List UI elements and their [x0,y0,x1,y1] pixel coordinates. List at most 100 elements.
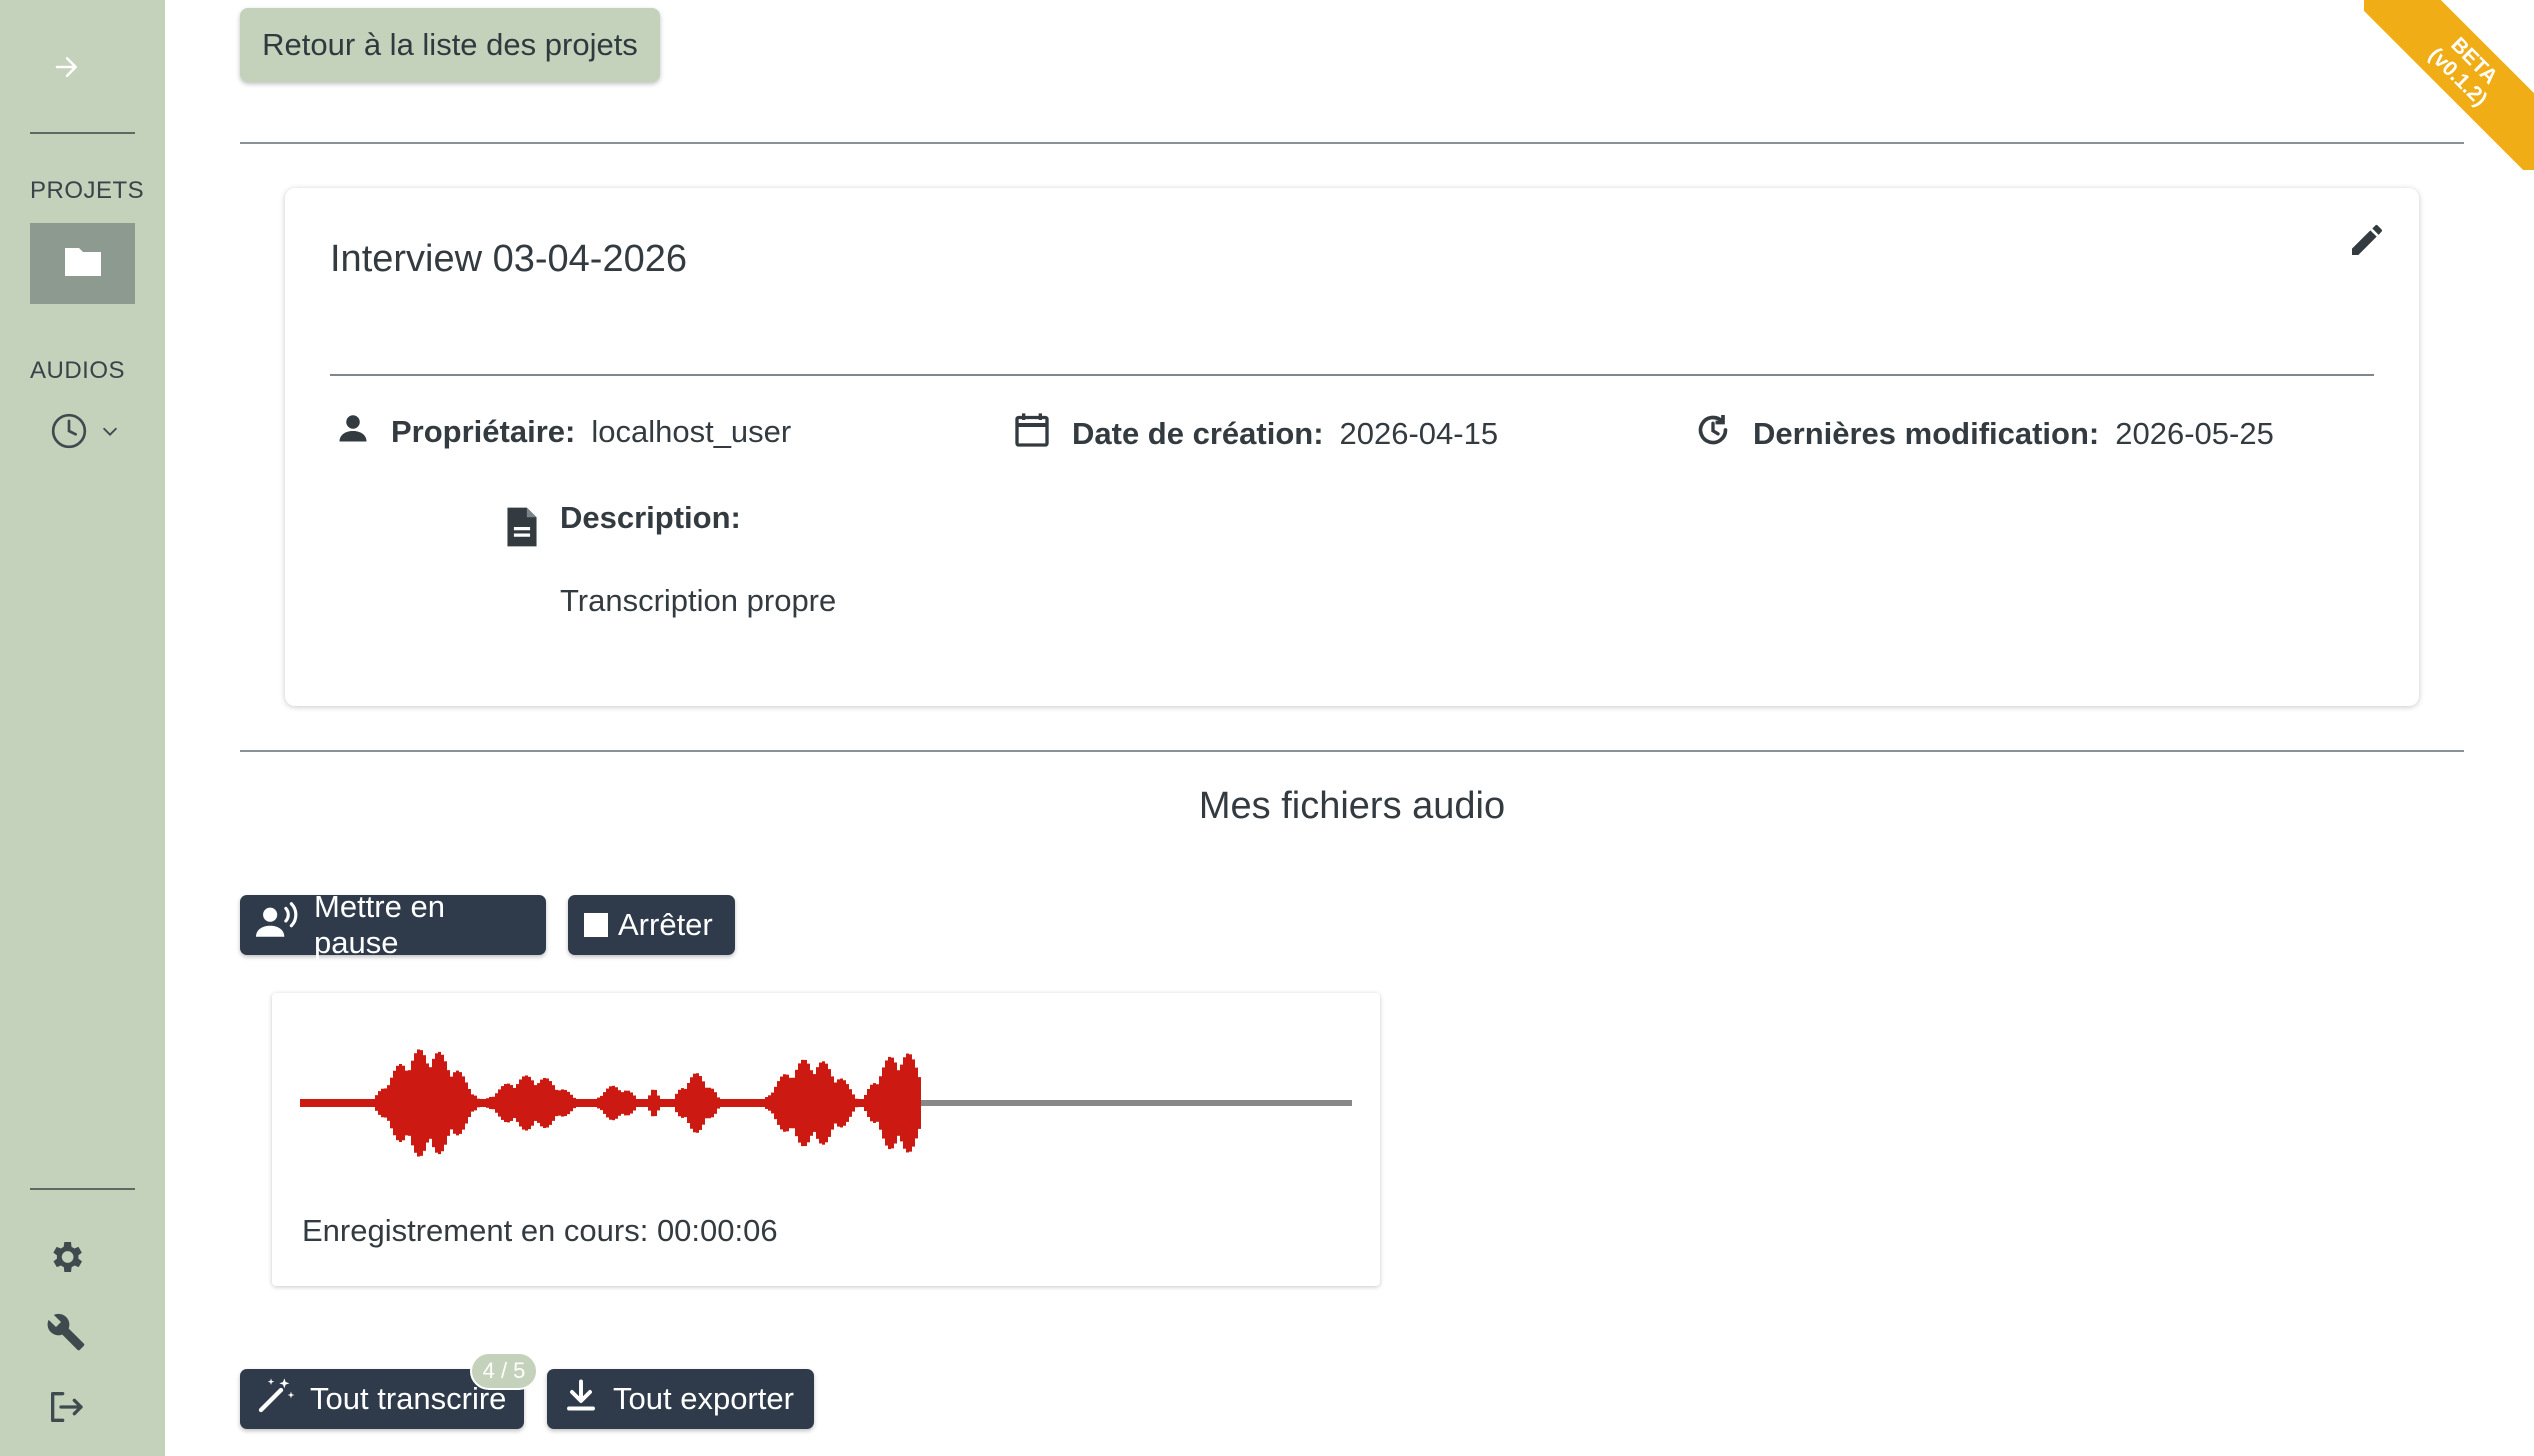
waveform-bar [873,1083,876,1123]
sidebar-item-projects[interactable] [30,223,135,304]
waveform-bar [789,1077,792,1129]
audio-section-title: Mes fichiers audio [1198,785,1506,827]
sidebar: PROJETS AUDIOS [0,0,165,1456]
export-all-button[interactable]: Tout exporter [547,1369,814,1429]
edit-icon[interactable] [2347,220,2389,262]
waveform-bar [714,1092,717,1114]
owner-label: Propriétaire: [391,414,576,449]
wrench-icon[interactable] [44,1310,88,1354]
waveform-bar [504,1083,507,1123]
waveform-bar [531,1080,534,1126]
waveform-bar [474,1095,477,1111]
waveform-bar [780,1076,783,1130]
history-icon [1693,410,1753,458]
waveform-bar [915,1067,918,1139]
waveform-bar [834,1082,837,1124]
created-label: Date de création: [1072,416,1324,451]
waveform-bar [801,1059,804,1147]
waveform-bar [651,1089,654,1117]
waveform-bar [435,1053,438,1153]
created-value: 2026-04-15 [1339,416,1499,451]
card-divider [330,374,2374,376]
waveform-bar [426,1063,429,1143]
waveform-bar [711,1088,714,1118]
waveform-bar [429,1067,432,1139]
sidebar-projects-label: PROJETS [30,177,145,204]
project-card: Interview 03-04-2026 Propriétaire: local… [285,188,2419,706]
waveform-bar [804,1059,807,1147]
waveform-bar [705,1087,708,1119]
waveform-bar [906,1053,909,1153]
waveform-bar [840,1078,843,1128]
waveform-bar [414,1053,417,1153]
pause-recording-button[interactable]: Mettre en pause [240,889,546,960]
voice-icon [256,902,314,948]
waveform-bar [687,1082,690,1124]
waveform-bar [450,1076,453,1130]
waveform-bar [612,1085,615,1121]
waveform-bar [537,1083,540,1123]
waveform-bar [774,1086,777,1120]
description-label: Description: [560,500,741,535]
waveform-bar [897,1070,900,1136]
waveform-bar [513,1087,516,1119]
stop-label: Arrêter [618,907,713,942]
waveform-bar [852,1094,855,1112]
pause-label: Mettre en pause [314,889,445,960]
user-icon [335,410,391,454]
logout-icon[interactable] [44,1385,88,1429]
waveform-bar [618,1090,621,1116]
waveform-bar [438,1051,441,1155]
waveform-bar [795,1069,798,1137]
waveform-bar [882,1067,885,1139]
waveform-bar [534,1085,537,1121]
arrow-right-icon[interactable] [45,45,89,89]
waveform-bar [444,1061,447,1145]
waveform-bar [603,1092,606,1114]
waveform-bar [405,1070,408,1136]
modified-value: 2026-05-25 [2115,416,2274,451]
waveform-bar [822,1061,825,1145]
waveform-bar [561,1089,564,1117]
waveform-bar [384,1088,387,1118]
waveform [300,1049,1352,1157]
waveform-bar [690,1077,693,1129]
waveform-bar [768,1095,771,1111]
waveform-bar [375,1095,378,1111]
waveform-bar [390,1077,393,1129]
back-to-projects-button[interactable]: Retour à la liste des projets [240,8,660,82]
waveform-bar [771,1092,774,1114]
waveform-bar [681,1088,684,1118]
waveform-bar [459,1072,462,1134]
waveform-bar [870,1084,873,1122]
waveform-bar [798,1063,801,1143]
waveform-bar [606,1088,609,1118]
waveform-bar [648,1095,651,1111]
stop-recording-button[interactable]: Arrêter [568,895,735,955]
waveform-bar [411,1060,414,1146]
folder-icon [63,244,103,283]
waveform-bar [702,1081,705,1125]
waveform-bar [876,1084,879,1122]
waveform-bar [546,1078,549,1128]
waveform-bar [600,1095,603,1111]
waveform-bar [381,1088,384,1118]
waveform-bar [825,1063,828,1143]
waveform-bar [918,1077,921,1129]
waveform-bar [819,1062,822,1144]
gear-icon[interactable] [44,1235,88,1279]
modified-field: Dernières modification: 2026-05-25 [1693,410,2274,458]
divider [240,750,2464,752]
waveform-bar [657,1095,660,1111]
waveform-bar [528,1076,531,1130]
waveform-bar [837,1079,840,1127]
waveform-bar [387,1085,390,1121]
project-title: Interview 03-04-2026 [330,238,687,280]
sidebar-item-audios[interactable] [40,410,130,456]
download-icon [563,1377,613,1421]
waveform-bar [552,1085,555,1121]
waveform-bar [510,1085,513,1121]
waveform-bar [477,1098,480,1108]
waveform-bar [492,1096,495,1110]
waveform-bar [654,1089,657,1117]
